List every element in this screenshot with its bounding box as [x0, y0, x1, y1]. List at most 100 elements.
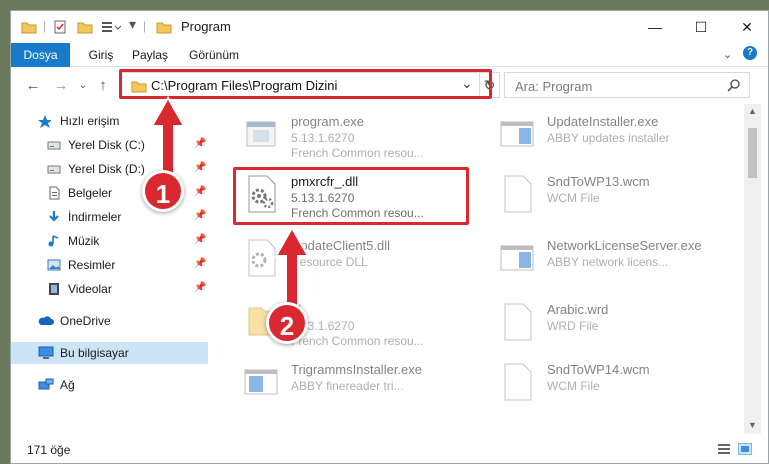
search-input[interactable]: Ara: Program [504, 72, 750, 98]
tab-file[interactable]: Dosya [11, 43, 70, 67]
back-arrow-icon[interactable]: ← [23, 77, 43, 94]
recent-locations-icon[interactable]: ⌄ [73, 80, 93, 91]
vertical-scrollbar[interactable]: ▲ ▼ [744, 104, 761, 434]
cloud-icon [38, 316, 54, 325]
file-name: TrigrammsInstaller.exe [291, 362, 422, 377]
file-name: NetworkLicenseServer.exe [547, 238, 702, 253]
file-type: WRD File [547, 319, 599, 333]
address-highlight [119, 69, 492, 99]
search-placeholder: Ara: Program [515, 79, 593, 94]
music-icon [48, 235, 59, 247]
ribbon-tabs: Dosya Giriş Paylaş Görünüm ⌄ ? [11, 43, 768, 67]
pin-icon[interactable]: 📌 [194, 186, 206, 197]
file-item[interactable]: Arabic.wrd WRD File [493, 296, 733, 352]
up-arrow-icon[interactable]: ↑ [93, 77, 113, 94]
scroll-down-icon[interactable]: ▼ [748, 420, 757, 430]
sidebar-item-downloads[interactable]: İndirmeler 📌 [11, 206, 208, 228]
folder-icon [21, 22, 37, 34]
sidebar-item-label: Resimler [68, 258, 116, 272]
scroll-thumb[interactable] [748, 128, 757, 178]
file-name: program.exe [291, 114, 364, 129]
file-name: SndToWP14.wcm [547, 362, 650, 377]
sidebar-item-label: Müzik [68, 234, 100, 248]
documents-icon [49, 186, 60, 200]
tab-home[interactable]: Giriş [81, 43, 121, 67]
separator: | [143, 19, 147, 33]
status-bar: 171 öğe [11, 434, 768, 463]
exe-icon [246, 121, 276, 147]
blank-file-icon [504, 303, 532, 341]
file-description: French Common resou... [291, 334, 424, 348]
network-icon [38, 378, 54, 390]
folder-icon [156, 22, 172, 34]
scroll-up-icon[interactable]: ▲ [748, 106, 757, 116]
drive-icon [47, 165, 61, 174]
quick-access-dropdown-icon[interactable]: ▾ [129, 16, 136, 33]
minimize-button[interactable]: — [632, 11, 678, 43]
close-button[interactable]: ✕ [724, 11, 768, 43]
large-icons-view-icon[interactable] [738, 443, 752, 455]
sidebar-item-videos[interactable]: Videolar 📌 [11, 278, 208, 300]
exe-icon [244, 369, 278, 395]
sidebar-item-label: Belgeler [68, 186, 113, 200]
details-view-icon[interactable] [717, 443, 731, 455]
pin-icon[interactable]: 📌 [194, 258, 206, 269]
star-icon [38, 115, 51, 128]
search-icon [727, 79, 740, 92]
file-item[interactable]: UpdateInstaller.exe ABBY updates install… [493, 108, 733, 164]
sidebar-item-this-pc[interactable]: Bu bilgisayar [11, 342, 208, 364]
drive-icon [47, 141, 61, 150]
file-description: ABBY finereader tri... [291, 379, 404, 393]
sidebar-item-label: Yerel Disk (C:) [68, 138, 145, 152]
item-count: 171 öğe [27, 443, 71, 457]
videos-icon [49, 283, 59, 295]
blank-file-icon [504, 175, 532, 213]
download-icon [49, 211, 59, 222]
blank-file-icon [504, 363, 532, 401]
forward-arrow-icon[interactable]: → [51, 77, 71, 94]
exe-icon [500, 121, 534, 147]
file-name: SndToWP13.wcm [547, 174, 650, 189]
file-item[interactable]: TrigrammsInstaller.exe ABBY finereader t… [237, 356, 477, 412]
callout-badge-1: 1 [142, 170, 184, 212]
pin-icon[interactable]: 📌 [194, 210, 206, 221]
file-item[interactable]: NetworkLicenseServer.exe ABBY network li… [493, 232, 733, 288]
file-item[interactable]: SndToWP14.wcm WCM File [493, 356, 733, 412]
pictures-icon [47, 259, 61, 271]
exe-icon [500, 245, 534, 271]
file-version: 5.13.1.6270 [291, 131, 355, 145]
tab-view[interactable]: Görünüm [183, 43, 245, 67]
file-description: French Common resou... [291, 146, 424, 160]
new-folder-icon[interactable] [77, 20, 93, 34]
separator: | [43, 19, 47, 33]
pin-icon[interactable]: 📌 [194, 234, 206, 245]
file-description: ABBY network licens... [547, 255, 669, 269]
pin-icon[interactable]: 📌 [194, 282, 206, 293]
file-name: UpdateInstaller.exe [547, 114, 659, 129]
sidebar-item-label: Yerel Disk (D:) [68, 162, 145, 176]
sidebar-item-network[interactable]: Ağ [11, 374, 208, 396]
maximize-button[interactable]: ☐ [678, 11, 724, 43]
expand-ribbon-icon[interactable]: ⌄ [723, 48, 732, 61]
pin-icon[interactable]: 📌 [194, 138, 206, 149]
sidebar-item-label: İndirmeler [68, 210, 122, 224]
file-item[interactable]: program.exe 5.13.1.6270 French Common re… [237, 108, 477, 164]
file-type: WCM File [547, 379, 600, 393]
sidebar-item-label: Bu bilgisayar [60, 346, 129, 360]
tab-share[interactable]: Paylaş [127, 43, 173, 67]
sidebar-item-onedrive[interactable]: OneDrive [11, 310, 208, 332]
properties-icon[interactable] [53, 20, 67, 34]
computer-icon [38, 346, 54, 359]
customize-toolbar-icon[interactable] [101, 20, 123, 34]
sidebar-item-music[interactable]: Müzik 📌 [11, 230, 208, 252]
sidebar-item-label: OneDrive [60, 314, 111, 328]
sidebar-item-pictures[interactable]: Resimler 📌 [11, 254, 208, 276]
file-name: Arabic.wrd [547, 302, 609, 317]
pin-icon[interactable]: 📌 [194, 162, 206, 173]
explorer-window: | ▾ | Program — ☐ ✕ Dosya Giriş Paylaş G… [10, 10, 769, 464]
sidebar-item-label: Hızlı erişim [60, 114, 120, 128]
sidebar-item-label: Videolar [68, 282, 112, 296]
sidebar-item-label: Ağ [60, 378, 75, 392]
help-icon[interactable]: ? [743, 46, 757, 60]
file-item[interactable]: SndToWP13.wcm WCM File [493, 168, 733, 224]
